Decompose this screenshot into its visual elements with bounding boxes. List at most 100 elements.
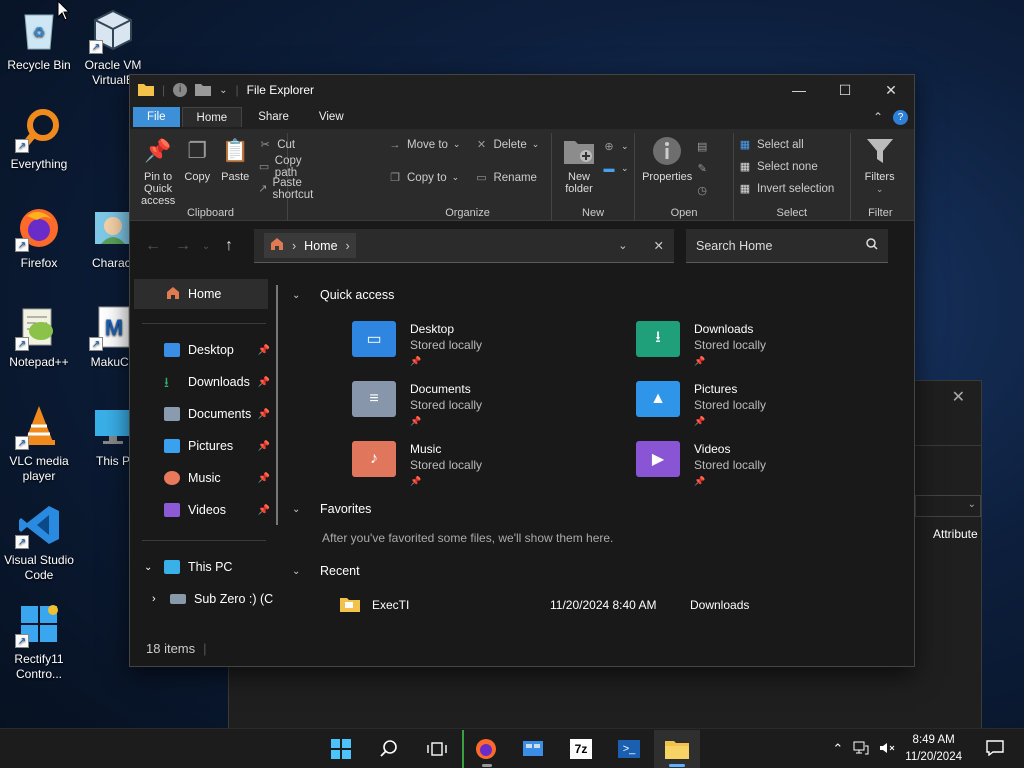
videos-folder-icon (164, 503, 180, 517)
volume-muted-icon[interactable] (879, 741, 895, 758)
easy-access-button[interactable]: ▬ ⌄ (602, 159, 629, 178)
history-button[interactable]: ◷ (695, 181, 709, 200)
desktop-icon-everything[interactable]: ↗ Everything (1, 105, 77, 172)
taskbar-control-panel[interactable] (510, 730, 556, 768)
copy-to-button[interactable]: ❐ Copy to ⌄ (388, 168, 460, 187)
cut-button[interactable]: ✂ Cut (258, 135, 318, 154)
select-none-button[interactable]: ▦ Select none (738, 157, 834, 176)
nav-item-drive-c[interactable]: › Sub Zero :) (C (130, 583, 278, 615)
search-button[interactable] (366, 730, 412, 768)
network-icon[interactable] (853, 741, 869, 758)
taskbar: 7z >_ ⌃ 8:49 AM 11/20/2024 (0, 728, 1024, 768)
section-favorites[interactable]: ⌄ Favorites (292, 497, 914, 521)
everything-search-icon: ↗ (15, 105, 63, 153)
downloads-arrow-icon: ⭳ (164, 374, 169, 390)
nav-item-downloads[interactable]: ⭳ Downloads 📌 (130, 366, 278, 398)
drive-icon (170, 594, 186, 604)
nav-item-documents[interactable]: Documents 📌 (130, 398, 278, 430)
quick-access-item-videos[interactable]: ▶ Videos Stored locally 📌 (636, 441, 886, 486)
customize-quick-access-icon[interactable]: ⌄ (219, 85, 227, 96)
chevron-down-icon[interactable]: ⌄ (144, 562, 156, 573)
paste-shortcut-button[interactable]: ↗ Paste shortcut (258, 177, 318, 201)
rectify11-icon: ↗ (15, 600, 63, 648)
quick-access-item-documents[interactable]: ≡ Documents Stored locally 📌 (352, 381, 636, 426)
copy-path-button[interactable]: ▭ Copy path (258, 155, 318, 179)
taskbar-powershell[interactable]: >_ (606, 730, 652, 768)
nav-item-desktop[interactable]: Desktop 📌 (130, 334, 278, 366)
rename-button[interactable]: ▭ Rename (474, 168, 539, 187)
content-pane: ⌄ Quick access ▭ Desktop Stored locally 📌 … (278, 271, 914, 616)
collapse-ribbon-icon[interactable]: ⌃ (873, 110, 883, 124)
breadcrumb: › Home › (264, 233, 356, 258)
pin-icon: 📌 (257, 440, 270, 452)
quick-access-item-pictures[interactable]: ▲ Pictures Stored locally 📌 (636, 381, 886, 426)
desktop-icon-vscode[interactable]: ↗ Visual Studio Code (1, 501, 77, 583)
up-arrow-icon[interactable]: ↑ (214, 237, 244, 255)
tab-share[interactable]: Share (244, 107, 303, 127)
column-header-attribute[interactable]: Attribute (933, 527, 978, 541)
svg-text:M: M (105, 315, 123, 340)
quick-access-item-music[interactable]: ♪ Music Stored locally 📌 (352, 441, 636, 486)
svg-text:♻: ♻ (33, 24, 46, 40)
dropdown-field[interactable]: ⌄ (915, 495, 981, 517)
invert-selection-button[interactable]: ▦ Invert selection (738, 179, 835, 198)
forward-arrow-icon[interactable]: → (168, 237, 198, 255)
address-bar[interactable]: › Home › ⌄ ✕ (254, 229, 674, 263)
recent-locations-icon[interactable]: ⌄ (198, 241, 214, 252)
delete-button[interactable]: ✕ Delete ⌄ (474, 135, 539, 154)
open-button[interactable]: ▤ (695, 137, 709, 156)
section-recent[interactable]: ⌄ Recent (292, 559, 914, 583)
tab-file[interactable]: File (133, 107, 180, 127)
start-button[interactable] (318, 730, 364, 768)
close-icon[interactable]: ✕ (952, 387, 965, 407)
chevron-right-icon[interactable]: › (152, 593, 162, 605)
clock[interactable]: 8:49 AM 11/20/2024 (905, 732, 962, 766)
task-view-button[interactable] (414, 730, 460, 768)
minimize-button[interactable]: — (776, 75, 822, 105)
nav-item-this-pc[interactable]: ⌄ This PC (130, 551, 278, 583)
nav-item-music[interactable]: Music 📌 (130, 462, 278, 494)
easy-access-icon: ▬ (603, 162, 615, 175)
search-input[interactable]: Search Home (686, 229, 888, 263)
item-count: 18 items (146, 641, 196, 656)
select-all-button[interactable]: ▦ Select all (738, 135, 834, 154)
taskbar-file-explorer[interactable] (654, 730, 700, 768)
nav-item-videos[interactable]: Videos 📌 (130, 494, 278, 526)
desktop-icon-firefox[interactable]: ↗ Firefox (1, 204, 77, 271)
quick-access-item-desktop[interactable]: ▭ Desktop Stored locally 📌 (352, 321, 636, 366)
properties-icon[interactable]: i (173, 83, 188, 97)
address-history-chevron-icon[interactable]: ⌄ (618, 239, 627, 252)
tab-home[interactable]: Home (181, 107, 243, 127)
move-to-button[interactable]: → Move to ⌄ (388, 135, 461, 154)
maximize-button[interactable]: ☐ (822, 75, 868, 105)
rename-icon: ▭ (476, 172, 487, 184)
new-item-button[interactable]: ⊕ ⌄ (602, 137, 628, 156)
taskbar-firefox[interactable] (462, 730, 508, 768)
clear-address-icon[interactable]: ✕ (654, 238, 664, 253)
help-icon[interactable]: ? (893, 109, 908, 125)
pin-icon: 📌 (694, 356, 706, 366)
desktop-icon-rectify11[interactable]: ↗ Rectify11 Contro... (1, 600, 77, 682)
close-button[interactable]: ✕ (868, 75, 914, 105)
address-row: ← → ⌄ ↑ › Home › ⌄ ✕ Search Home (130, 221, 914, 271)
back-arrow-icon[interactable]: ← (138, 237, 168, 255)
chevron-up-icon[interactable]: ⌃ (832, 741, 843, 757)
desktop-icon-vlc[interactable]: ↗ VLC media player (1, 402, 77, 484)
breadcrumb-home[interactable]: Home (304, 239, 337, 253)
nav-item-pictures[interactable]: Pictures 📌 (130, 430, 278, 462)
desktop-icon-notepadpp[interactable]: ↗ Notepad++ (1, 303, 77, 370)
edit-button[interactable]: ✎ (695, 159, 709, 178)
recent-item[interactable]: ExecTI 11/20/2024 8:40 AM Downloads (340, 595, 914, 615)
new-folder-icon[interactable] (195, 82, 212, 99)
taskbar-7zip[interactable]: 7z (558, 730, 604, 768)
tab-view[interactable]: View (305, 107, 358, 127)
powershell-icon: >_ (618, 740, 640, 758)
search-icon (380, 740, 397, 757)
nav-item-home[interactable]: Home (134, 279, 268, 309)
pin-icon: 📌 (410, 476, 422, 486)
notifications-icon[interactable] (986, 739, 1004, 759)
file-explorer-window: | i ⌄ | File Explorer — ☐ ✕ File Home Sh… (129, 74, 915, 667)
section-quick-access[interactable]: ⌄ Quick access (292, 283, 914, 307)
chevron-right-icon[interactable]: › (346, 239, 350, 253)
quick-access-item-downloads[interactable]: ⭳ Downloads Stored locally 📌 (636, 321, 886, 366)
